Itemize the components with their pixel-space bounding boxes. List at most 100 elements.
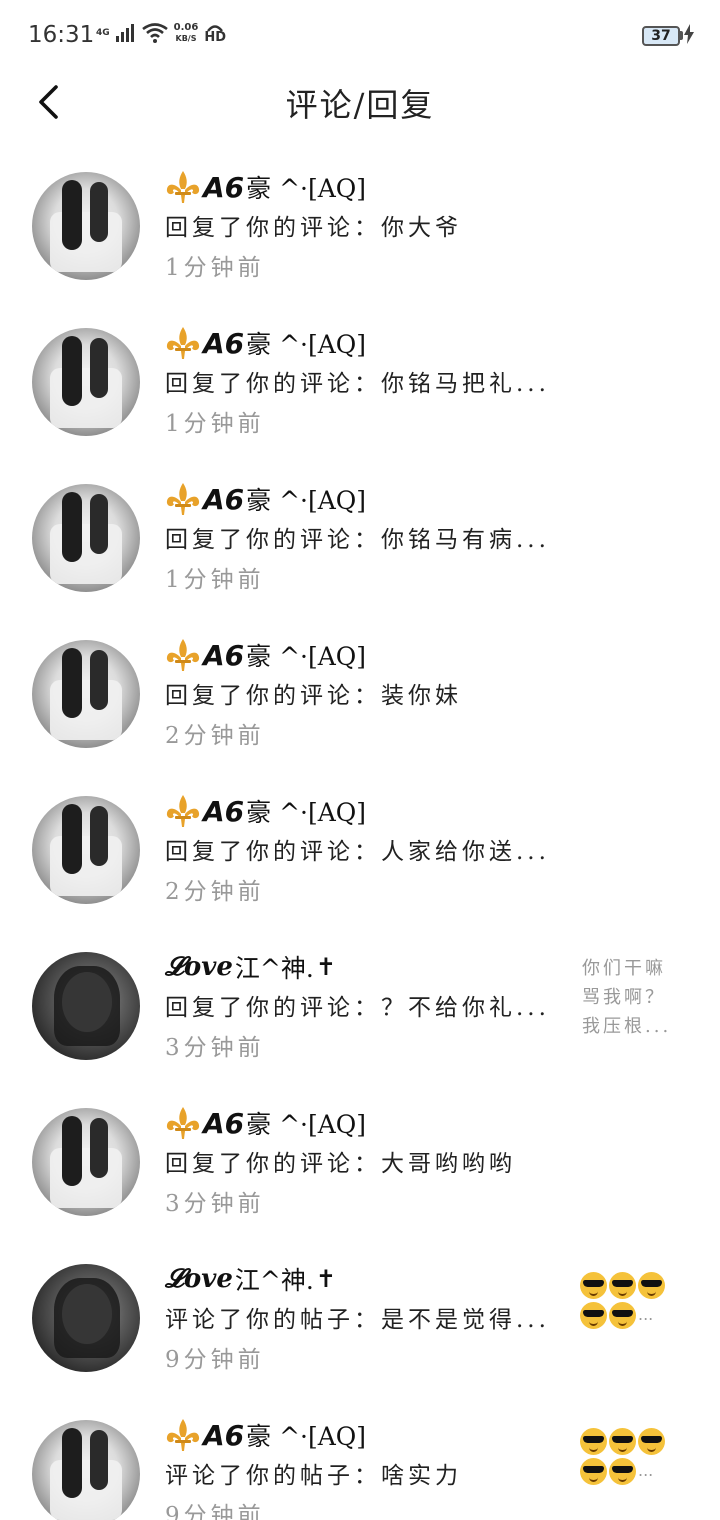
avatar[interactable]: [32, 952, 140, 1060]
username[interactable]: 𝓛ove 江^神. ✝: [165, 1260, 336, 1298]
timestamp: 3分钟前: [165, 1035, 265, 1061]
list-item[interactable]: A6 豪 ^·[AQ] 评论了你的帖子：啥实力 9分钟前...: [0, 1398, 720, 1520]
fleur-de-lis-icon: [166, 795, 200, 827]
list-item[interactable]: 𝓛ove 江^神. ✝ 评论了你的帖子：是不是觉得... 9分钟前...: [0, 1242, 720, 1398]
timestamp: 3分钟前: [165, 1191, 265, 1217]
username-text: 豪 ^·[AQ]: [246, 798, 367, 827]
avatar[interactable]: [32, 484, 140, 592]
original-post-preview[interactable]: ...: [580, 1426, 690, 1486]
sunglasses-emoji-icon: [609, 1458, 636, 1485]
username-prefix: A6: [203, 326, 245, 360]
sunglasses-emoji-icon: [638, 1272, 665, 1299]
hd-indicator: HD: [204, 24, 227, 45]
action-text: 回复了你的评论：你铭马把礼...: [165, 371, 550, 397]
fleur-de-lis-icon: [166, 639, 200, 671]
sunglasses-emoji-icon: [609, 1428, 636, 1455]
username[interactable]: A6 豪 ^·[AQ]: [165, 1104, 366, 1142]
fleur-de-lis-icon: [166, 171, 200, 203]
timestamp: 1分钟前: [165, 567, 265, 593]
username-prefix: A6: [203, 1418, 245, 1452]
list-item[interactable]: A6 豪 ^·[AQ] 回复了你的评论：你铭马把礼... 1分钟前: [0, 306, 720, 462]
action-text: 回复了你的评论：大哥哟哟哟: [165, 1151, 516, 1177]
timestamp: 1分钟前: [165, 411, 265, 437]
status-time: 16:31: [28, 22, 95, 48]
original-post-preview[interactable]: ...: [580, 1270, 690, 1330]
username-text: 豪 ^·[AQ]: [246, 1110, 367, 1139]
avatar[interactable]: [32, 640, 140, 748]
username-prefix: A6: [203, 794, 245, 828]
list-item[interactable]: A6 豪 ^·[AQ] 回复了你的评论：人家给你送... 2分钟前: [0, 774, 720, 930]
avatar[interactable]: [32, 1264, 140, 1372]
list-item[interactable]: A6 豪 ^·[AQ] 回复了你的评论：你铭马有病... 1分钟前: [0, 462, 720, 618]
username[interactable]: A6 豪 ^·[AQ]: [165, 636, 366, 674]
username-prefix: 𝓛ove: [165, 951, 233, 982]
avatar[interactable]: [32, 328, 140, 436]
timestamp: 9分钟前: [165, 1347, 265, 1373]
username-text: 豪 ^·[AQ]: [246, 330, 367, 359]
avatar[interactable]: [32, 1108, 140, 1216]
action-text: 回复了你的评论：装你妹: [165, 683, 462, 709]
action-text: 回复了你的评论：你大爷: [165, 215, 462, 241]
network-speed: 0.06 KB/S: [174, 22, 199, 44]
username-text: 豪 ^·[AQ]: [246, 174, 367, 203]
timestamp: 1分钟前: [165, 255, 265, 281]
fleur-de-lis-icon: [166, 1419, 200, 1451]
cross-icon: ✝: [315, 953, 336, 981]
username-text: 豪 ^·[AQ]: [246, 1422, 367, 1451]
wifi-icon: [141, 23, 168, 43]
truncation-ellipsis: ...: [638, 1461, 654, 1480]
username[interactable]: A6 豪 ^·[AQ]: [165, 792, 366, 830]
username[interactable]: A6 豪 ^·[AQ]: [165, 1416, 366, 1454]
username[interactable]: A6 豪 ^·[AQ]: [165, 324, 366, 362]
timestamp: 2分钟前: [165, 879, 265, 905]
sunglasses-emoji-icon: [580, 1302, 607, 1329]
fleur-de-lis-icon: [166, 483, 200, 515]
sunglasses-emoji-icon: [609, 1272, 636, 1299]
action-text: 回复了你的评论：你铭马有病...: [165, 527, 550, 553]
username[interactable]: A6 豪 ^·[AQ]: [165, 480, 366, 518]
list-item[interactable]: A6 豪 ^·[AQ] 回复了你的评论：你大爷 1分钟前: [0, 150, 720, 306]
avatar[interactable]: [32, 172, 140, 280]
action-text: 评论了你的帖子：啥实力: [165, 1463, 462, 1489]
list-item[interactable]: A6 豪 ^·[AQ] 回复了你的评论：装你妹 2分钟前: [0, 618, 720, 774]
username[interactable]: A6 豪 ^·[AQ]: [165, 168, 366, 206]
network-type: 4G: [96, 27, 110, 38]
charging-icon: [684, 24, 694, 44]
truncation-ellipsis: ...: [638, 1305, 654, 1324]
speed-unit: KB/S: [175, 34, 197, 43]
list-item[interactable]: 𝓛ove 江^神. ✝ 回复了你的评论：？不给你礼... 3分钟前 你们干嘛骂我啊？我压根…: [0, 930, 720, 1086]
sunglasses-emoji-icon: [580, 1272, 607, 1299]
list-item[interactable]: A6 豪 ^·[AQ] 回复了你的评论：大哥哟哟哟 3分钟前: [0, 1086, 720, 1242]
username-text: 江^神.: [234, 954, 314, 983]
header: 评论/回复: [0, 72, 720, 132]
username-text: 豪 ^·[AQ]: [246, 642, 367, 671]
avatar[interactable]: [32, 1420, 140, 1520]
signal-icon: [115, 24, 134, 42]
notification-list: A6 豪 ^·[AQ] 回复了你的评论：你大爷 1分钟前 A6 豪 ^·[AQ] 回复了你…: [0, 150, 720, 1520]
sunglasses-emoji-icon: [580, 1428, 607, 1455]
username-text: 豪 ^·[AQ]: [246, 486, 367, 515]
username-text: 江^神.: [234, 1266, 314, 1295]
username[interactable]: 𝓛ove 江^神. ✝: [165, 948, 336, 986]
original-post-preview[interactable]: 你们干嘛骂我啊？我压根...: [582, 954, 682, 1041]
hd-label: HD: [204, 29, 227, 45]
action-text: 评论了你的帖子：是不是觉得...: [165, 1307, 550, 1333]
battery-indicator: 37: [642, 26, 680, 46]
timestamp: 9分钟前: [165, 1503, 265, 1520]
cross-icon: ✝: [315, 1265, 336, 1293]
status-icons: 4G 0.06 KB/S HD: [96, 22, 226, 44]
username-prefix: 𝓛ove: [165, 1263, 233, 1294]
avatar[interactable]: [32, 796, 140, 904]
action-text: 回复了你的评论：？不给你礼...: [165, 995, 550, 1021]
username-prefix: A6: [203, 170, 245, 204]
status-bar: 16:31 4G 0.06 KB/S HD 37: [0, 0, 720, 72]
sunglasses-emoji-icon: [609, 1302, 636, 1329]
battery-level: 37: [651, 28, 671, 44]
speed-value: 0.06: [173, 22, 199, 33]
fleur-de-lis-icon: [166, 1107, 200, 1139]
fleur-de-lis-icon: [166, 327, 200, 359]
action-text: 回复了你的评论：人家给你送...: [165, 839, 550, 865]
page-title: 评论/回复: [285, 86, 435, 124]
username-prefix: A6: [203, 638, 245, 672]
sunglasses-emoji-icon: [638, 1428, 665, 1455]
